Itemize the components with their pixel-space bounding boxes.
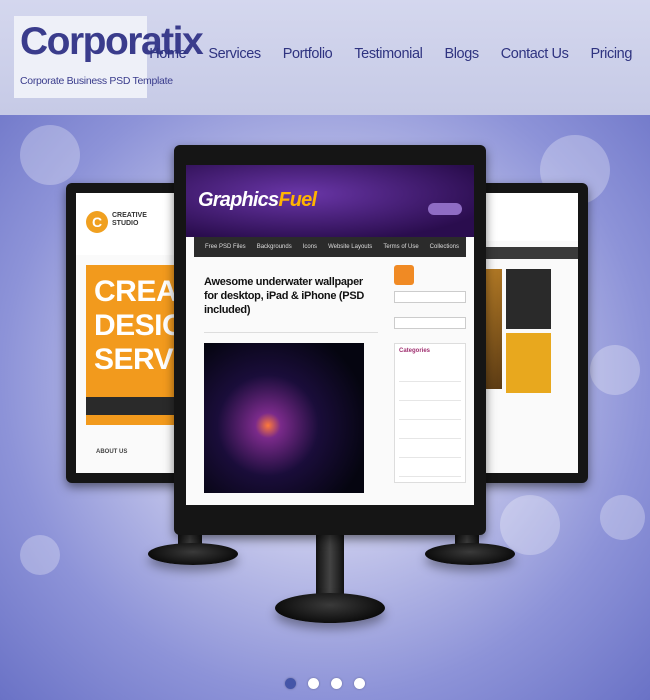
graphicsfuel-post-meta [204,325,378,333]
nav-blogs[interactable]: Blogs [444,46,479,62]
right-screen-login [506,269,551,329]
nav-contact-us[interactable]: Contact Us [501,46,569,62]
gf-nav-item: Icons [302,244,318,250]
logo-subtitle: Corporate Business PSD Template [20,75,173,87]
graphicsfuel-header: GraphicsFuel [186,165,474,237]
slider-pagination [0,678,650,689]
graphicsfuel-search-field [394,317,466,329]
gf-category-row [399,462,461,477]
graphicsfuel-categories: Categories [394,343,466,483]
nav-home[interactable]: Home [149,46,186,62]
graphicsfuel-sidebar: Categories [394,265,466,485]
gf-nav-item: Backgrounds [256,244,292,250]
bokeh-light [20,125,80,185]
nav-pricing[interactable]: Pricing [590,46,632,62]
right-monitor-base [425,543,515,565]
center-monitor-base [275,593,385,623]
main-nav: Home Services Portfolio Testimonial Blog… [127,46,632,62]
site-header: Corporatix Corporate Business PSD Templa… [0,0,650,115]
graphicsfuel-logo: GraphicsFuel [198,189,317,211]
gf-nav-item: Collections [429,244,460,250]
gf-category-row [399,424,461,439]
bokeh-light [600,495,645,540]
center-monitor: GraphicsFuel Free PSD Files Backgrounds … [174,145,486,535]
bokeh-light [20,535,60,575]
center-monitor-screen: GraphicsFuel Free PSD Files Backgrounds … [186,165,474,505]
gf-nav-item: Terms of Use [383,244,419,250]
bokeh-light [590,345,640,395]
slider-dot[interactable] [285,678,296,689]
bokeh-light [500,495,560,555]
gf-category-heading: Categories [399,348,431,354]
rss-icon [394,265,414,285]
graphicsfuel-nav: Free PSD Files Backgrounds Icons Website… [194,237,466,257]
gf-category-row [399,443,461,458]
gf-category-row [399,386,461,401]
creative-studio-logo-icon: C [86,211,108,233]
hero-slider: C CREATIVE STUDIO CREATIVE DESIGN SERVIC… [0,115,650,700]
featured-guitar-box [506,333,551,393]
slider-dot[interactable] [331,678,342,689]
slider-dot[interactable] [308,678,319,689]
slider-dot[interactable] [354,678,365,689]
nav-services[interactable]: Services [208,46,261,62]
creative-studio-about: ABOUT US [96,449,128,455]
graphicsfuel-post-image [204,343,364,493]
nav-testimonial[interactable]: Testimonial [354,46,423,62]
graphicsfuel-post-title: Awesome underwater wallpaper for desktop… [204,276,364,316]
gf-nav-item: Free PSD Files [205,244,246,250]
nav-portfolio[interactable]: Portfolio [283,46,333,62]
gf-category-row [399,367,461,382]
gf-nav-item: Website Layouts [328,244,373,250]
graphicsfuel-subscribe-button [428,203,462,215]
left-monitor-base [148,543,238,565]
creative-studio-name: CREATIVE STUDIO [112,212,147,227]
graphicsfuel-email-field [394,291,466,303]
gf-category-row [399,405,461,420]
